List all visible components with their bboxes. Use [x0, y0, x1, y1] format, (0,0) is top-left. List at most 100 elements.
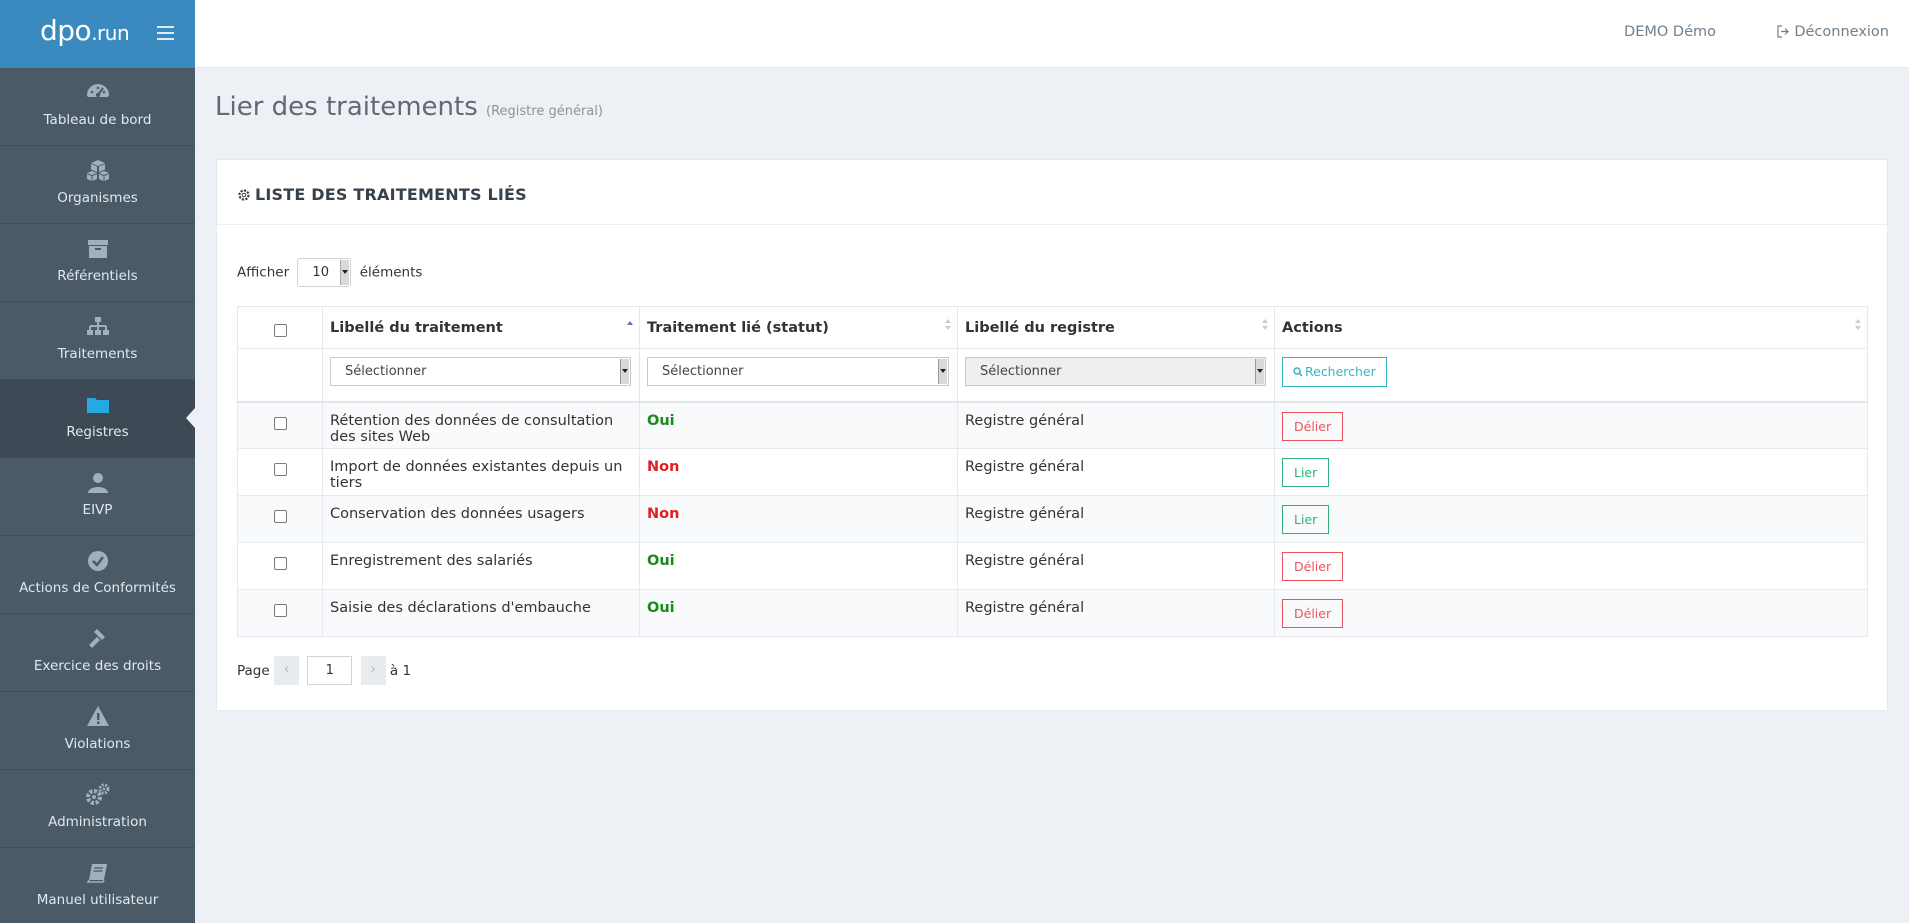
sidebar-item-violations[interactable]: Violations	[0, 692, 195, 770]
sidebar-item-eivp[interactable]: EIVP	[0, 458, 195, 536]
sidebar-item-manuel-utilisateur[interactable]: Manuel utilisateur	[0, 848, 195, 923]
brand-logo[interactable]: dpo.run	[40, 14, 130, 47]
page-length-control: Afficher 10 éléments	[237, 258, 422, 287]
select-all-checkbox[interactable]	[273, 324, 287, 337]
cell-registre: Registre général	[957, 448, 1275, 496]
sort-icon	[1262, 319, 1269, 331]
sidebar-item-label: Violations	[64, 736, 131, 752]
page-subtitle: (Registre général)	[486, 104, 603, 119]
chevron-down-icon	[938, 359, 947, 384]
sidebar-item-label: Actions de Conformités	[19, 580, 176, 596]
status-badge: Non	[647, 459, 680, 475]
sidebar-item-tableau-de-bord[interactable]: Tableau de bord	[0, 68, 195, 146]
sidebar-item-label: Tableau de bord	[43, 112, 152, 128]
user-menu-link[interactable]: DEMO Démo	[1624, 24, 1716, 40]
previous-page-button[interactable]: ‹	[273, 656, 299, 685]
folder-icon	[87, 398, 109, 413]
filter-empty-cell	[237, 348, 323, 403]
sidebar-item-label: Référentiels	[57, 268, 138, 284]
row-checkbox[interactable]	[273, 557, 287, 570]
cell-registre: Registre général	[957, 589, 1275, 637]
row-checkbox[interactable]	[273, 463, 287, 476]
check-circle-icon	[88, 551, 108, 571]
column-header-registre[interactable]: Libellé du registre	[957, 306, 1275, 349]
row-checkbox[interactable]	[273, 604, 287, 617]
column-header-actions[interactable]: Actions	[1274, 306, 1868, 349]
row-checkbox[interactable]	[273, 510, 287, 523]
menu-toggle-icon[interactable]	[157, 26, 174, 40]
warning-icon	[87, 706, 109, 726]
cell-libelle: Enregistrement des salariés	[322, 542, 640, 590]
link-button[interactable]: Lier	[1282, 505, 1330, 534]
treatments-table: Libellé du traitement Traitement lié (st…	[237, 306, 1868, 637]
logout-link[interactable]: Déconnexion	[1777, 24, 1889, 40]
sidebar-item-traitements[interactable]: Traitements	[0, 302, 195, 380]
page-number-input[interactable]: 1	[307, 656, 353, 685]
sort-asc-icon	[627, 319, 634, 331]
column-header-libelle[interactable]: Libellé du traitement	[322, 306, 640, 349]
sidebar: dpo.run Tableau de bord Organismes Référ…	[0, 0, 195, 923]
gears-icon	[86, 783, 110, 805]
gavel-icon	[89, 629, 105, 648]
table-row: Rétention des données de consultation de…	[237, 401, 1868, 449]
panel-header: LISTE DES TRAITEMENTS LIÉS	[217, 160, 1887, 225]
sidebar-item-label: Organismes	[57, 190, 138, 206]
sidebar-item-label: Administration	[48, 814, 147, 830]
unlink-button[interactable]: Délier	[1282, 411, 1344, 441]
sitemap-icon	[87, 317, 109, 335]
row-checkbox[interactable]	[273, 416, 287, 430]
sidebar-item-exercice-des-droits[interactable]: Exercice des droits	[0, 614, 195, 692]
brand-bar: dpo.run	[0, 0, 195, 68]
cell-registre: Registre général	[957, 495, 1275, 543]
sidebar-item-registres[interactable]: Registres	[0, 380, 195, 458]
table-row: Saisie des déclarations d'embauche Oui R…	[237, 589, 1868, 637]
cell-libelle: Conservation des données usagers	[322, 495, 640, 543]
sidebar-item-administration[interactable]: Administration	[0, 770, 195, 848]
chevron-down-icon	[340, 260, 350, 285]
sidebar-item-label: Traitements	[57, 346, 138, 362]
unlink-button[interactable]: Délier	[1282, 552, 1344, 581]
table-row: Conservation des données usagers Non Reg…	[237, 495, 1868, 543]
page-length-select[interactable]: 10	[297, 258, 352, 287]
sort-icon	[1855, 319, 1862, 331]
pagination-label: Page	[237, 662, 270, 679]
sidebar-item-organismes[interactable]: Organismes	[0, 146, 195, 224]
filter-registre-select[interactable]: Sélectionner	[965, 357, 1266, 386]
filter-libelle-select[interactable]: Sélectionner	[330, 357, 631, 386]
status-badge: Oui	[647, 412, 675, 429]
cell-libelle: Saisie des déclarations d'embauche	[322, 589, 640, 637]
user-icon	[88, 473, 108, 493]
book-icon	[86, 864, 107, 883]
chevron-down-icon	[1255, 359, 1264, 384]
status-badge: Non	[647, 506, 680, 522]
status-badge: Oui	[647, 600, 675, 616]
status-badge: Oui	[647, 553, 675, 569]
cell-libelle: Import de données existantes depuis un t…	[322, 448, 640, 496]
linked-treatments-panel: LISTE DES TRAITEMENTS LIÉS Afficher 10 é…	[216, 159, 1888, 711]
next-page-button[interactable]: ›	[360, 656, 386, 685]
sidebar-item-label: Exercice des droits	[33, 658, 162, 674]
cell-registre: Registre général	[957, 401, 1275, 449]
archive-icon	[88, 240, 108, 258]
sort-icon	[945, 319, 952, 331]
header-select-all-cell	[237, 306, 323, 349]
top-bar: DEMO Démo Déconnexion	[195, 0, 1909, 68]
link-button[interactable]: Lier	[1282, 458, 1330, 487]
dashboard-icon	[87, 84, 109, 98]
sidebar-item-label: Registres	[66, 424, 129, 440]
pagination-total: à 1	[389, 662, 412, 679]
sidebar-item-label: Manuel utilisateur	[36, 892, 159, 908]
search-icon	[1293, 367, 1303, 377]
unlink-button[interactable]: Délier	[1282, 599, 1344, 628]
column-header-statut[interactable]: Traitement lié (statut)	[639, 306, 958, 349]
search-button[interactable]: Rechercher	[1282, 357, 1387, 387]
sidebar-item-label: EIVP	[82, 502, 113, 518]
cubes-icon	[87, 160, 109, 181]
pagination: Page ‹ 1 › à 1	[237, 656, 411, 685]
chevron-down-icon	[620, 359, 629, 384]
filter-statut-select[interactable]: Sélectionner	[647, 357, 949, 386]
gear-icon	[238, 189, 250, 201]
table-row: Import de données existantes depuis un t…	[237, 448, 1868, 496]
sidebar-item-actions-de-conformites[interactable]: Actions de Conformités	[0, 536, 195, 614]
sidebar-item-referentiels[interactable]: Référentiels	[0, 224, 195, 302]
